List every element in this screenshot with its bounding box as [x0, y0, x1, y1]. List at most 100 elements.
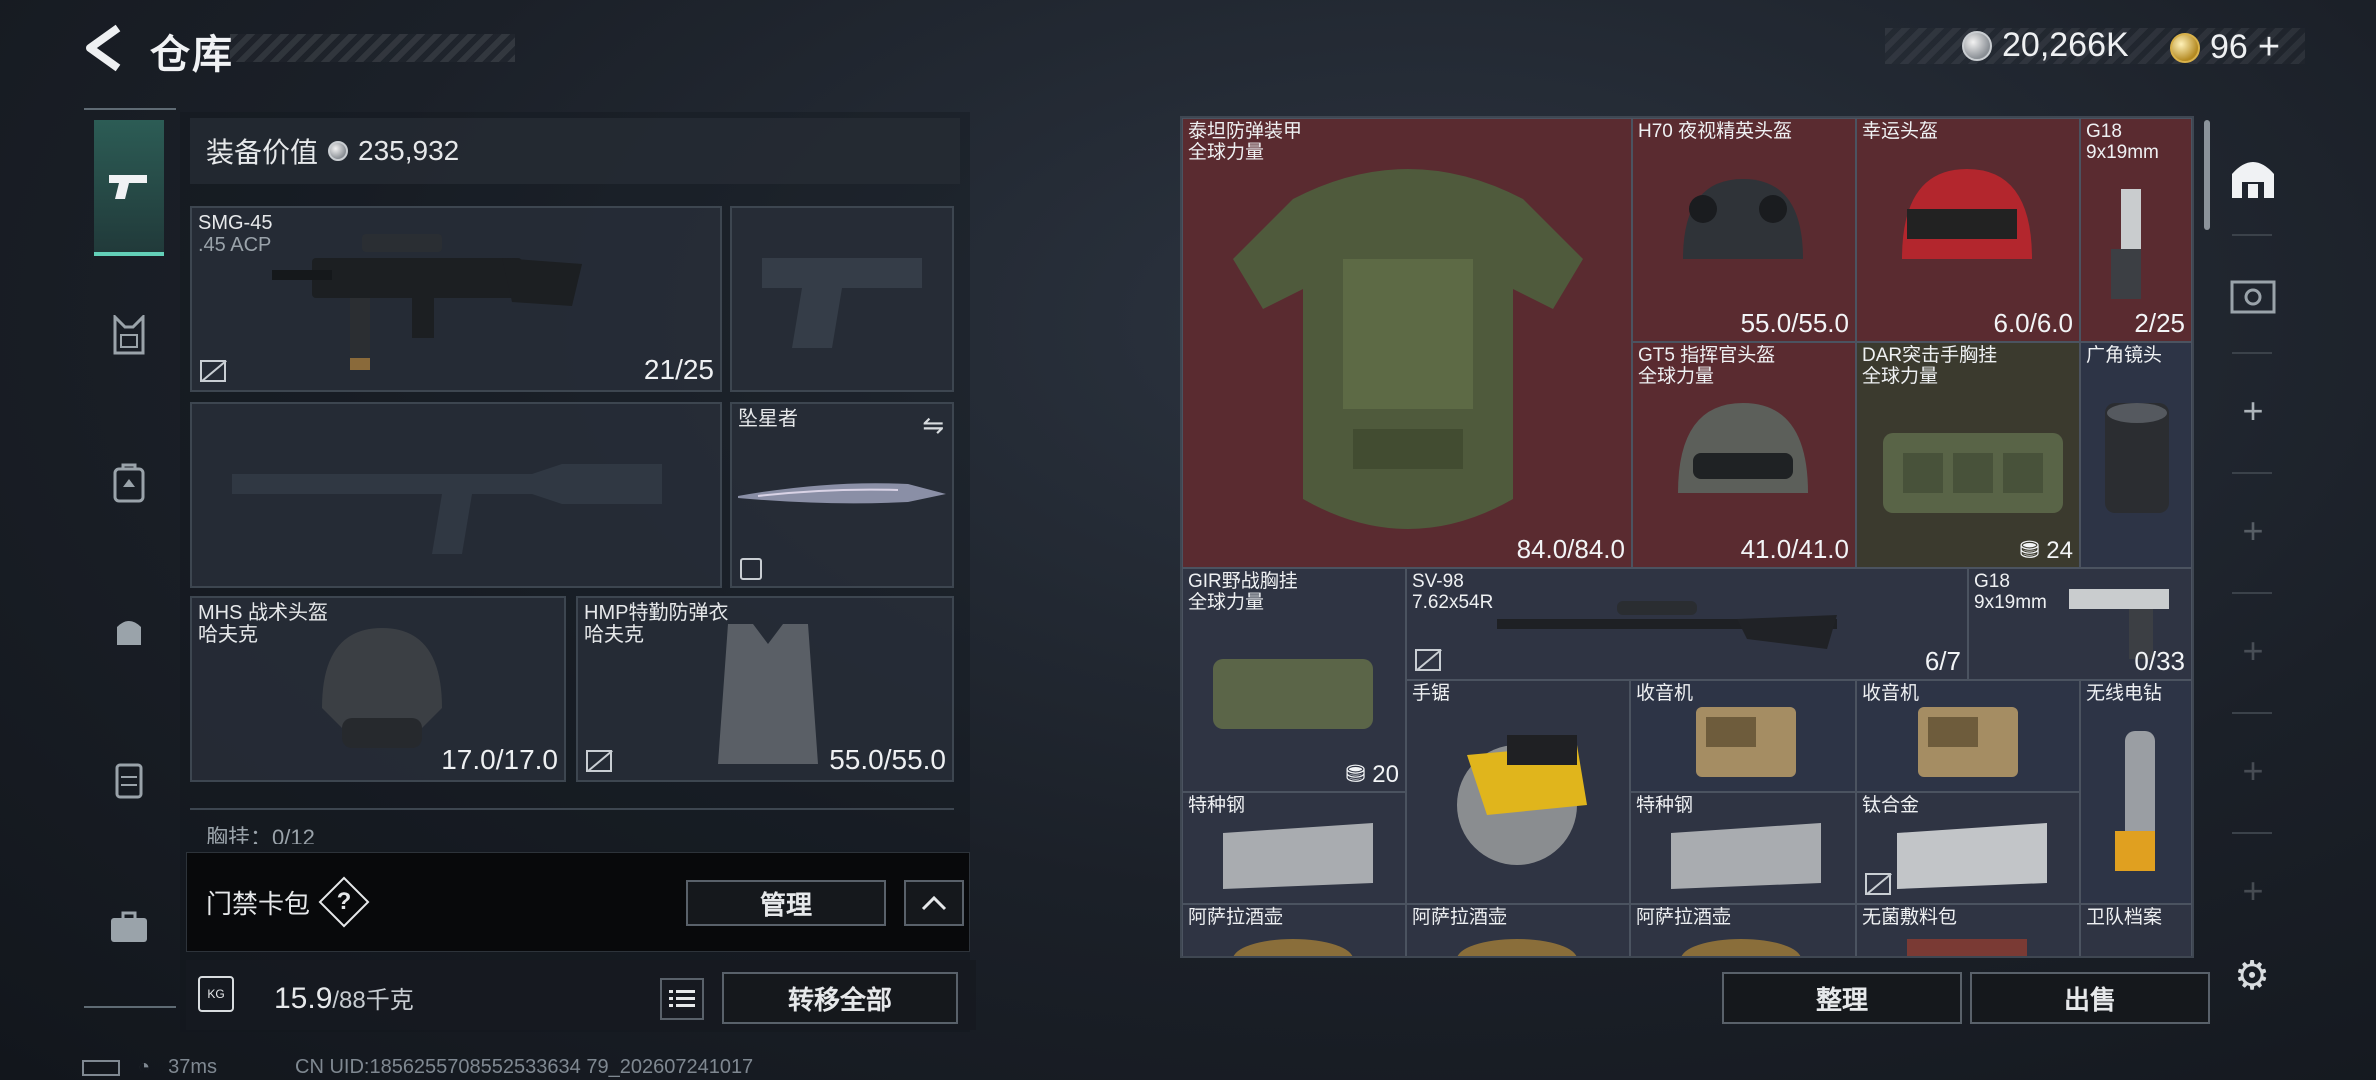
silver-coin-icon	[1962, 30, 1992, 61]
item-durability: 55.0/55.0	[1740, 308, 1849, 338]
armor-slot[interactable]: HMP特勤防弹衣 哈夫克 55.0/55.0	[576, 596, 954, 782]
stash-item-lucky-helmet[interactable]: 幸运头盔 6.0/6.0	[1856, 118, 2080, 342]
rifle-silhouette-icon	[232, 464, 662, 554]
stash-item-wide-lens[interactable]: 广角镜头	[2080, 342, 2192, 568]
chest-rig-icon	[113, 315, 145, 355]
pistol-icon	[2111, 189, 2141, 299]
stash-item-radio-2[interactable]: 收音机	[1856, 680, 2080, 792]
list-view-button[interactable]	[660, 978, 704, 1020]
stash-tabs: + + + + +	[2210, 116, 2290, 986]
no-insure-icon	[1865, 873, 1891, 895]
item-durability: 41.0/41.0	[1740, 534, 1849, 564]
swap-icon[interactable]: ⇋	[922, 410, 944, 441]
stash-tab-2[interactable]	[2228, 272, 2278, 322]
back-arrow-icon	[86, 24, 121, 72]
stash-item-g18[interactable]: G18 9x19mm 2/25	[2080, 118, 2192, 342]
chest-rig-row[interactable]: 胸挂：0/12	[190, 808, 954, 844]
item-name: G18	[1974, 571, 2010, 592]
collapse-button[interactable]	[904, 880, 964, 926]
helmet-slot[interactable]: MHS 战术头盔 哈夫克 17.0/17.0	[190, 596, 566, 782]
primary-weapon-slot[interactable]: SMG-45 .45 ACP 21/25	[190, 206, 722, 392]
item-name: 无线电钻	[2086, 683, 2163, 704]
stash-tab-add-5[interactable]: +	[2228, 866, 2278, 916]
pistol-silhouette-icon	[762, 258, 922, 348]
battery-icon	[82, 1059, 120, 1076]
gear-icon: ⚙	[2234, 954, 2270, 998]
stash-item-guard-file[interactable]: 卫队档案	[2080, 904, 2192, 956]
stash-item-special-steel-2[interactable]: 特种钢	[1630, 792, 1856, 904]
lens-icon	[2105, 403, 2169, 513]
back-button[interactable]	[80, 22, 130, 74]
item-name: 收音机	[1862, 683, 1920, 704]
nav-cases[interactable]	[94, 744, 164, 814]
drill-icon	[2115, 731, 2155, 871]
stash-item-radio[interactable]: 收音机	[1630, 680, 1856, 792]
no-insure-icon	[200, 360, 226, 382]
stash-item-special-steel[interactable]: 特种钢	[1182, 792, 1406, 904]
stash-item-cordless-drill[interactable]: 无线电钻	[2080, 680, 2192, 904]
stash-item-gt5-helmet[interactable]: GT5 指挥官头盔 全球力量 41.0/41.0	[1632, 342, 1856, 568]
sort-button[interactable]: 整理	[1722, 972, 1962, 1024]
item-durability: 6.0/6.0	[1993, 308, 2073, 338]
stash-tab-add-2[interactable]: +	[2228, 506, 2278, 556]
nav-backpacks[interactable]	[94, 448, 164, 518]
stash-item-g18-2[interactable]: G18 9x19mm 0/33	[1968, 568, 2192, 680]
sell-button[interactable]: 出售	[1970, 972, 2210, 1024]
transfer-all-button[interactable]: 转移全部	[722, 972, 958, 1024]
stash-tab-main[interactable]	[2228, 152, 2278, 202]
item-sub: 7.62x54R	[1412, 592, 1494, 613]
uid-text: CN UID:1856255708552533634 79_2026072410…	[295, 1056, 754, 1078]
smg-icon	[272, 234, 582, 370]
page-title: 仓库	[150, 33, 234, 77]
secondary-weapon-slot[interactable]	[730, 206, 954, 392]
stash-item-asala-flask[interactable]: 阿萨拉酒壶	[1182, 904, 1406, 956]
gold-amount: 96	[2210, 28, 2248, 66]
stash-tab-add-1[interactable]: +	[2228, 386, 2278, 436]
item-name: 阿萨拉酒壶	[1188, 907, 1284, 928]
rifle-slot[interactable]	[190, 402, 722, 588]
nav-toolbox[interactable]	[94, 892, 164, 962]
stash-item-asala-flask-3[interactable]: 阿萨拉酒壶	[1630, 904, 1856, 956]
stash-item-sterile-dressing[interactable]: 无菌敷料包	[1856, 904, 2080, 956]
stash-tab-add-4[interactable]: +	[2228, 746, 2278, 796]
melee-name: 坠星者	[738, 408, 798, 430]
equipment-value-label: 装备价值	[206, 137, 319, 168]
circular-saw-icon	[1457, 735, 1587, 865]
add-currency-button[interactable]: +	[2258, 26, 2280, 69]
nav-weapons[interactable]	[94, 120, 164, 256]
stash-tab-add-3[interactable]: +	[2228, 626, 2278, 676]
sniper-rifle-icon	[1497, 601, 1837, 649]
toolbox-icon	[111, 911, 147, 942]
radio-icon	[1696, 707, 1796, 777]
storage-case-icon	[2230, 280, 2276, 314]
stash-item-titanium-alloy[interactable]: 钛合金	[1856, 792, 2080, 904]
item-capacity: ⛃ 20	[1345, 761, 1399, 788]
settings-button[interactable]: ⚙	[2228, 952, 2276, 1000]
item-capacity: ⛃ 24	[2019, 537, 2073, 564]
weight-current: 15.9	[274, 982, 333, 1015]
stash-item-asala-flask-2[interactable]: 阿萨拉酒壶	[1406, 904, 1630, 956]
item-name: 广角镜头	[2086, 345, 2163, 366]
manage-button[interactable]: 管理	[686, 880, 886, 926]
silver-amount: 20,266K	[2002, 26, 2129, 64]
helmet-brand: 哈夫克	[198, 624, 258, 646]
no-insure-icon	[586, 750, 612, 772]
item-name: SV-98	[1412, 571, 1464, 592]
stash-item-gir-rig[interactable]: GIR野战胸挂 全球力量 ⛃ 20	[1182, 568, 1406, 792]
melee-slot[interactable]: 坠星者 ⇋	[730, 402, 954, 588]
nav-rigs[interactable]	[94, 300, 164, 370]
nav-pouches[interactable]	[94, 596, 164, 666]
item-sub: 9x19mm	[2086, 142, 2159, 163]
item-name: 收音机	[1636, 683, 1694, 704]
stash-item-titan-armor[interactable]: 泰坦防弹装甲 全球力量 84.0/84.0	[1182, 118, 1632, 568]
item-name: 手锯	[1412, 683, 1451, 704]
stash-item-dar-rig[interactable]: DAR突击手胸挂 全球力量 ⛃ 24	[1856, 342, 2080, 568]
stash-item-sv98[interactable]: SV-98 7.62x54R 6/7	[1406, 568, 1968, 680]
pistol-icon	[109, 175, 147, 199]
stash-item-h70-helmet[interactable]: H70 夜视精英头盔 55.0/55.0	[1632, 118, 1856, 342]
item-name: 无菌敷料包	[1862, 907, 1958, 928]
flask-icon	[1457, 939, 1577, 956]
gold-currency: 96 +	[2170, 26, 2280, 69]
equipment-value-header: 装备价值 235,932	[190, 118, 960, 184]
stash-item-hand-saw[interactable]: 手锯	[1406, 680, 1630, 904]
